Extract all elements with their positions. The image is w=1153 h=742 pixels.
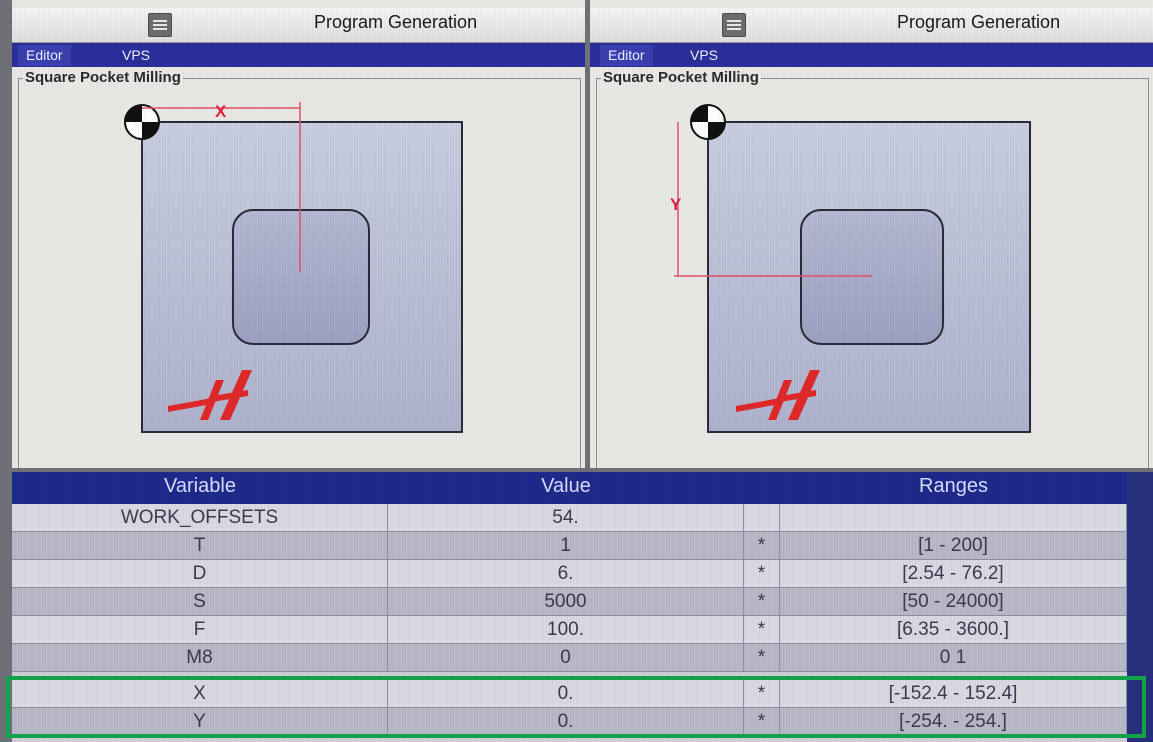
header-variable: Variable <box>164 475 236 497</box>
cell-value[interactable]: 6. <box>388 560 744 588</box>
cell-flag <box>744 504 780 532</box>
cell-value[interactable]: 54. <box>388 504 744 532</box>
cell-flag: * <box>744 616 780 644</box>
cell-flag: * <box>744 560 780 588</box>
cell-range: 0 1 <box>780 644 1127 672</box>
pocket <box>800 209 944 345</box>
right-program-generation-panel: Program Generation Editor VPS Square Poc… <box>590 0 1153 468</box>
cell-range <box>780 504 1127 532</box>
cell-value[interactable]: 100. <box>388 616 744 644</box>
table-header: Variable Value Ranges <box>12 472 1153 504</box>
cell-flag: * <box>744 644 780 672</box>
cell-range: [6.35 - 3600.] <box>780 616 1127 644</box>
highlight-box <box>6 676 1146 738</box>
cell-variable: S <box>12 588 388 616</box>
cell-value[interactable]: 1 <box>388 532 744 560</box>
cell-range: [1 - 200] <box>780 532 1127 560</box>
origin-marker-icon <box>690 104 726 140</box>
cell-flag: * <box>744 588 780 616</box>
table-row[interactable]: D 6. * [2.54 - 76.2] <box>12 560 1127 588</box>
cell-variable: M8 <box>12 644 388 672</box>
square-pocket-diagram: X <box>124 102 463 433</box>
origin-marker-icon <box>124 104 160 140</box>
x-dimension-label: X <box>215 102 227 121</box>
cell-variable: T <box>12 532 388 560</box>
cell-variable: WORK_OFFSETS <box>12 504 388 532</box>
square-pocket-diagram: Y <box>670 104 1031 433</box>
cell-range: [2.54 - 76.2] <box>780 560 1127 588</box>
header-value: Value <box>541 475 591 497</box>
table-row[interactable]: S 5000 * [50 - 24000] <box>12 588 1127 616</box>
table-row[interactable]: M8 0 * 0 1 <box>12 644 1127 672</box>
table-row[interactable]: T 1 * [1 - 200] <box>12 532 1127 560</box>
header-ranges: Ranges <box>919 475 988 497</box>
table-row[interactable]: F 100. * [6.35 - 3600.] <box>12 616 1127 644</box>
cell-value[interactable]: 0 <box>388 644 744 672</box>
cell-value[interactable]: 5000 <box>388 588 744 616</box>
cell-variable: D <box>12 560 388 588</box>
left-program-generation-panel: Program Generation Editor VPS Square Poc… <box>12 0 585 468</box>
cell-variable: F <box>12 616 388 644</box>
cell-flag: * <box>744 532 780 560</box>
y-dimension-label: Y <box>670 195 682 214</box>
cell-range: [50 - 24000] <box>780 588 1127 616</box>
table-row[interactable]: WORK_OFFSETS 54. <box>12 504 1127 532</box>
pocket <box>232 209 370 345</box>
